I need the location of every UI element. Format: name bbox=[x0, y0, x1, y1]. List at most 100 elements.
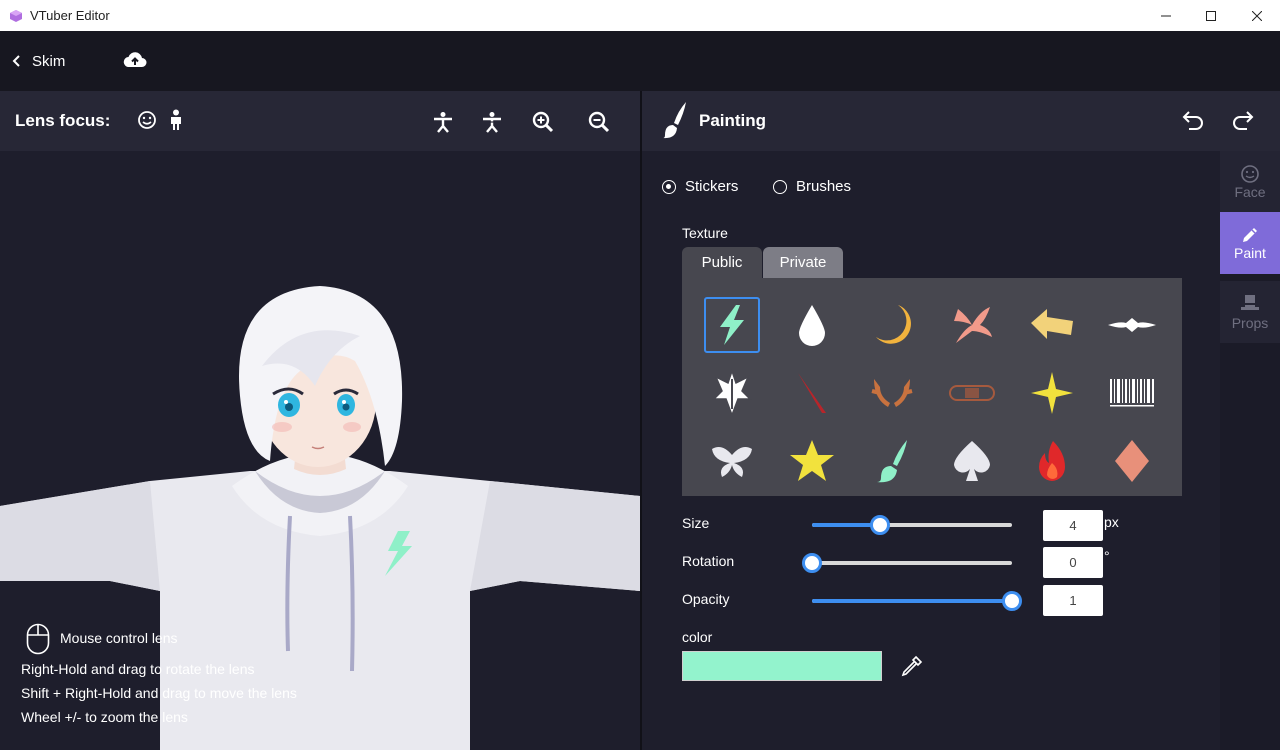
crest-icon bbox=[712, 369, 752, 417]
opacity-slider-fill bbox=[812, 599, 1012, 603]
maximize-button[interactable] bbox=[1188, 0, 1234, 31]
slash-icon bbox=[798, 373, 826, 413]
opacity-slider[interactable] bbox=[812, 591, 1022, 611]
side-tab-props-label: Props bbox=[1231, 315, 1269, 331]
rotation-slider[interactable] bbox=[802, 553, 1012, 573]
dragon-icon bbox=[954, 307, 992, 343]
help-line-move: Shift + Right-Hold and drag to move the … bbox=[21, 685, 297, 701]
side-tab-bar: Face Paint Props bbox=[1220, 151, 1280, 750]
lens-focus-label: Lens focus: bbox=[15, 111, 111, 130]
sticker-arrow[interactable] bbox=[1024, 297, 1080, 353]
sticker-tribal[interactable] bbox=[1104, 297, 1160, 353]
chevron-left-icon bbox=[12, 55, 20, 67]
sticker-spade[interactable] bbox=[944, 433, 1000, 489]
arrow-icon bbox=[1031, 309, 1073, 339]
sticker-grid bbox=[682, 278, 1182, 496]
rotation-slider-knob[interactable] bbox=[802, 553, 822, 573]
sticker-bandage[interactable] bbox=[944, 365, 1000, 421]
painting-title: Painting bbox=[699, 111, 767, 130]
body-focus-icon[interactable] bbox=[168, 109, 184, 131]
stickers-radio-label: Stickers bbox=[685, 178, 739, 195]
texture-label: Texture bbox=[682, 225, 728, 241]
radio-selected-icon bbox=[662, 179, 676, 194]
tribal-icon bbox=[1108, 318, 1156, 332]
antlers-icon bbox=[871, 379, 913, 407]
side-tab-face-label: Face bbox=[1234, 184, 1266, 200]
diamond-icon bbox=[1115, 440, 1149, 482]
model-viewport[interactable]: Mouse control lens Right-Hold and drag t… bbox=[0, 151, 640, 750]
painting-panel: Stickers Brushes Texture Public Private bbox=[642, 151, 1220, 750]
top-nav: Skim bbox=[0, 31, 1280, 91]
radio-unselected-icon bbox=[773, 179, 787, 194]
tab-private[interactable]: Private bbox=[763, 247, 843, 278]
opacity-label: Opacity bbox=[682, 591, 730, 607]
sticker-barcode[interactable] bbox=[1104, 365, 1160, 421]
sticker-diamond[interactable] bbox=[1104, 433, 1160, 489]
brushes-radio[interactable]: Brushes bbox=[773, 178, 851, 195]
size-slider[interactable] bbox=[812, 515, 1012, 535]
close-icon bbox=[1252, 10, 1262, 21]
spade-icon bbox=[954, 441, 990, 481]
stickers-radio[interactable]: Stickers bbox=[662, 178, 738, 195]
tab-public[interactable]: Public bbox=[682, 247, 762, 278]
rotation-label: Rotation bbox=[682, 553, 735, 569]
sticker-dragon[interactable] bbox=[944, 297, 1000, 353]
mouse-icon bbox=[26, 623, 50, 655]
size-input[interactable]: 4 bbox=[1043, 510, 1103, 541]
back-label: Skim bbox=[32, 52, 66, 70]
help-title: Mouse control lens bbox=[60, 630, 178, 646]
back-view-icon[interactable] bbox=[481, 111, 503, 133]
sticker-crest[interactable] bbox=[704, 365, 760, 421]
brush-icon bbox=[877, 440, 907, 483]
star-icon bbox=[790, 440, 834, 481]
app-cube-icon bbox=[10, 9, 22, 22]
maximize-icon bbox=[1206, 10, 1216, 21]
sticker-brush[interactable] bbox=[864, 433, 920, 489]
painting-toolbar: Painting bbox=[642, 91, 1280, 151]
cloud-upload-icon[interactable] bbox=[123, 49, 147, 71]
zoom-out-icon[interactable] bbox=[588, 111, 610, 133]
face-focus-icon[interactable] bbox=[137, 110, 157, 130]
lightning-icon bbox=[720, 305, 744, 345]
eyedropper-icon[interactable] bbox=[900, 654, 924, 678]
sticker-butterfly[interactable] bbox=[704, 433, 760, 489]
sticker-star[interactable] bbox=[784, 433, 840, 489]
sparkle-icon bbox=[1031, 372, 1073, 414]
sticker-drop[interactable] bbox=[784, 297, 840, 353]
minimize-button[interactable] bbox=[1143, 0, 1189, 31]
front-view-icon[interactable] bbox=[432, 111, 454, 133]
minimize-icon bbox=[1161, 15, 1171, 16]
side-tab-props[interactable]: Props bbox=[1220, 281, 1280, 343]
brushes-radio-label: Brushes bbox=[796, 178, 852, 195]
color-swatch[interactable] bbox=[682, 651, 882, 681]
drop-icon bbox=[799, 305, 825, 346]
close-button[interactable] bbox=[1234, 0, 1280, 31]
sticker-slash[interactable] bbox=[784, 365, 840, 421]
opacity-slider-knob[interactable] bbox=[1002, 591, 1022, 611]
redo-icon[interactable] bbox=[1231, 108, 1255, 132]
paintbrush-icon bbox=[663, 102, 686, 139]
side-tab-face[interactable]: Face bbox=[1220, 151, 1280, 213]
sticker-antlers[interactable] bbox=[864, 365, 920, 421]
rotation-input[interactable]: 0 bbox=[1043, 547, 1103, 578]
opacity-input[interactable]: 1 bbox=[1043, 585, 1103, 616]
title-bar: VTuber Editor bbox=[0, 0, 1280, 31]
back-button[interactable]: Skim bbox=[12, 53, 65, 70]
side-tab-paint[interactable]: Paint bbox=[1220, 212, 1280, 274]
window-title: VTuber Editor bbox=[30, 8, 110, 23]
size-label: Size bbox=[682, 515, 710, 531]
color-label: color bbox=[682, 629, 713, 645]
pencil-icon bbox=[1243, 228, 1257, 242]
size-slider-knob[interactable] bbox=[870, 515, 890, 535]
sticker-sparkle[interactable] bbox=[1024, 365, 1080, 421]
butterfly-icon bbox=[712, 447, 752, 477]
hat-icon bbox=[1241, 295, 1259, 310]
sticker-lightning[interactable] bbox=[704, 297, 760, 353]
sticker-moon[interactable] bbox=[864, 297, 920, 353]
sticker-flame[interactable] bbox=[1024, 433, 1080, 489]
undo-icon[interactable] bbox=[1181, 108, 1205, 132]
help-line-rotate: Right-Hold and drag to rotate the lens bbox=[21, 661, 255, 677]
size-unit: px bbox=[1104, 514, 1119, 530]
zoom-in-icon[interactable] bbox=[532, 111, 554, 133]
side-tab-paint-label: Paint bbox=[1234, 245, 1266, 261]
